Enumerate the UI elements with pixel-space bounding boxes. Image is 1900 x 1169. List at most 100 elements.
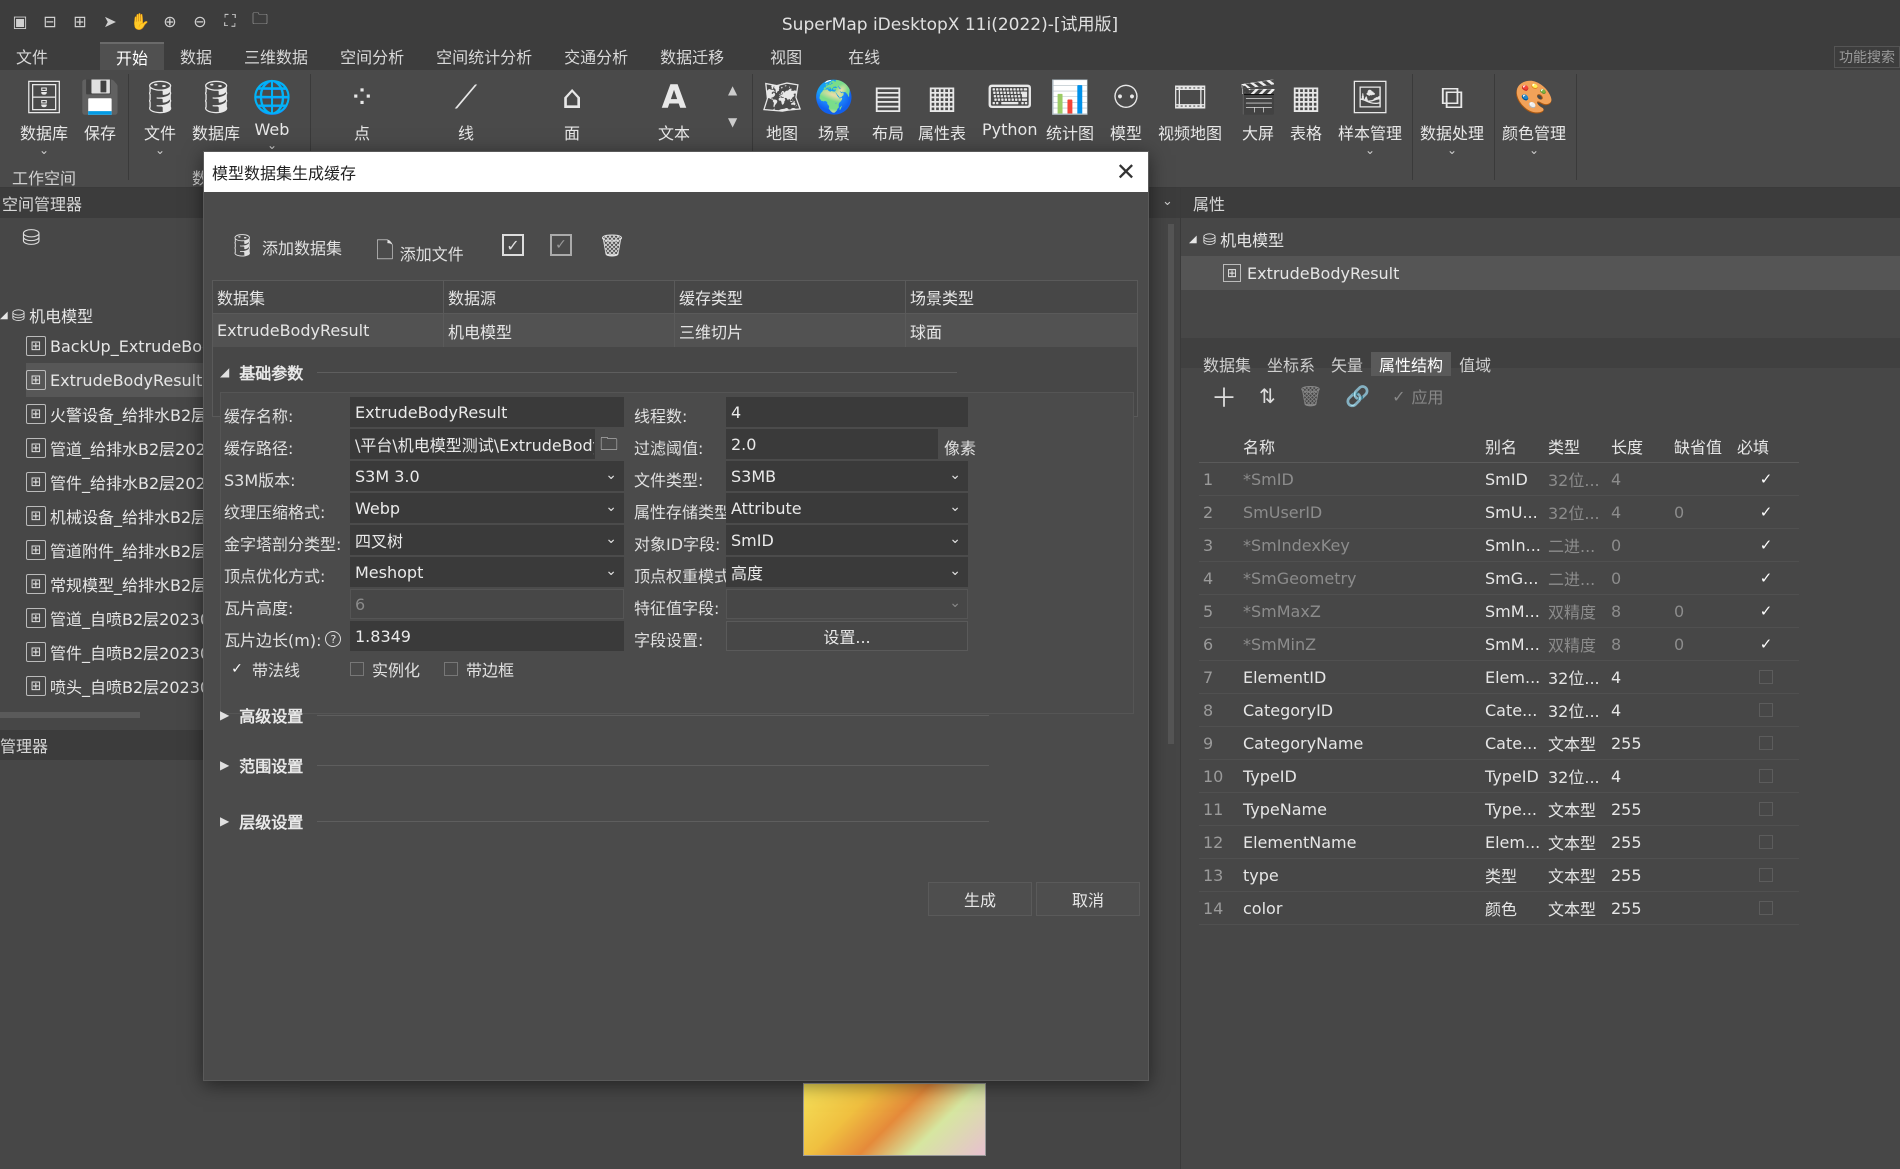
file-type-select[interactable]: S3MB ⌄: [726, 461, 968, 491]
table-row[interactable]: 6 *SmMinZ SmM... 双精度 8 0 ✓: [1199, 628, 1799, 661]
table-row[interactable]: 8 CategoryID Cate... 32位... 4: [1199, 694, 1799, 727]
menu-file[interactable]: 文件: [0, 42, 64, 70]
check-icon[interactable]: ✓: [1759, 569, 1773, 587]
s3m-version-select[interactable]: S3M 3.0 ⌄: [350, 461, 624, 491]
column-type[interactable]: 类型: [1544, 434, 1607, 458]
basic-params-section[interactable]: ◢ 基础参数: [220, 360, 958, 384]
help-icon[interactable]: ?: [325, 631, 342, 647]
menu-spatial-statistics[interactable]: 空间统计分析: [420, 42, 548, 70]
ribbon-database-button[interactable]: 🛢 数据库 ⌄: [192, 74, 240, 156]
tab-coordinate[interactable]: 坐标系: [1259, 352, 1323, 376]
vertex-opt-select[interactable]: Meshopt ⌄: [350, 557, 624, 587]
table-row[interactable]: ExtrudeBodyResult 机电模型 三维切片 球面: [213, 314, 1137, 347]
border-checkbox[interactable]: 带边框: [444, 657, 514, 681]
generate-button[interactable]: 生成: [928, 882, 1032, 916]
ribbon-save-button[interactable]: 💾 保存: [78, 74, 122, 144]
feature-field-select[interactable]: ⌄: [726, 589, 968, 619]
filter-threshold-input[interactable]: 2.0: [726, 429, 938, 459]
required-checkbox[interactable]: [1759, 670, 1773, 684]
instance-checkbox[interactable]: 实例化: [350, 657, 420, 681]
ribbon-layout-button[interactable]: ▤ 布局: [866, 74, 910, 144]
cancel-button[interactable]: 取消: [1036, 882, 1140, 916]
normal-checkbox[interactable]: ✓ 带法线: [230, 657, 300, 681]
table-row[interactable]: 14 color 颜色 文本型 255: [1199, 892, 1799, 925]
range-settings-section[interactable]: ▶ 范围设置: [220, 753, 990, 777]
ribbon-line-button[interactable]: ⟋ 线: [444, 74, 488, 144]
level-settings-section[interactable]: ▶ 层级设置: [220, 809, 990, 833]
add-dataset-button[interactable]: 🛢 添加数据集: [228, 234, 342, 259]
ribbon-chart-button[interactable]: 📊 统计图 ⌄: [1046, 74, 1094, 156]
horizontal-scrollbar[interactable]: [0, 712, 140, 718]
table-row[interactable]: 1 *SmID SmID 32位... 4 ✓: [1199, 463, 1799, 496]
tab-dataset[interactable]: 数据集: [1195, 352, 1259, 376]
invert-select-button[interactable]: ✓: [550, 234, 572, 256]
ribbon-color-manage-button[interactable]: 🎨 颜色管理 ⌄: [1502, 74, 1566, 156]
ribbon-point-button[interactable]: ⁘ 点: [340, 74, 384, 144]
header-dataset[interactable]: 数据集: [213, 280, 444, 314]
ribbon-attribute-table-button[interactable]: ▦ 属性表: [918, 74, 966, 144]
cell-cache-type[interactable]: 三维切片: [675, 314, 906, 347]
table-row[interactable]: 7 ElementID Elem... 32位... 4: [1199, 661, 1799, 694]
property-tree-root[interactable]: ◢ ⛁ 机电模型: [1189, 222, 1284, 256]
header-datasource[interactable]: 数据源: [444, 280, 675, 314]
cache-name-input[interactable]: ExtrudeBodyResult: [350, 397, 624, 427]
delete-button[interactable]: 🗑: [598, 234, 632, 259]
select-all-button[interactable]: ✓: [502, 234, 524, 256]
menu-3d-data[interactable]: 三维数据: [228, 42, 324, 70]
table-row[interactable]: 11 TypeName Type... 文本型 255: [1199, 793, 1799, 826]
ribbon-polygon-button[interactable]: ⌂ 面: [550, 74, 594, 144]
required-checkbox[interactable]: [1759, 802, 1773, 816]
ribbon-scene-button[interactable]: 🌍 场景 ⌄: [812, 74, 856, 156]
link-icon[interactable]: 🔗: [1345, 384, 1370, 408]
object-id-select[interactable]: SmID ⌄: [726, 525, 968, 555]
ribbon-map-button[interactable]: 🗺 地图 ⌄: [760, 74, 804, 156]
function-search-input[interactable]: 功能搜索: [1834, 46, 1900, 68]
pyramid-type-select[interactable]: 四叉树 ⌄: [350, 525, 624, 555]
required-checkbox[interactable]: [1759, 868, 1773, 882]
table-row[interactable]: 2 SmUserID SmU... 32位... 4 0 ✓: [1199, 496, 1799, 529]
vertical-scrollbar[interactable]: [1168, 224, 1174, 744]
menu-data-migration[interactable]: 数据迁移: [644, 42, 740, 70]
close-icon[interactable]: ✕: [1116, 158, 1136, 186]
table-row[interactable]: 3 *SmIndexKey SmIn... 二进... 0 ✓: [1199, 529, 1799, 562]
header-cache-type[interactable]: 缓存类型: [675, 280, 906, 314]
table-row[interactable]: 4 *SmGeometry SmG... 二进... 0 ✓: [1199, 562, 1799, 595]
datasource-tool-icon[interactable]: ⛁: [22, 226, 40, 251]
menu-data[interactable]: 数据: [164, 42, 228, 70]
column-alias[interactable]: 别名: [1481, 434, 1544, 458]
ribbon-file-button[interactable]: 🛢 文件 ⌄: [138, 74, 182, 156]
ribbon-sample-manage-button[interactable]: 🖼 样本管理 ⌄: [1338, 74, 1402, 156]
cache-path-input[interactable]: \平台\机电模型测试\ExtrudeBodyResult: [350, 429, 595, 459]
menu-traffic-analysis[interactable]: 交通分析: [548, 42, 644, 70]
ribbon-datasource-button[interactable]: 🗄 数据库 ⌄: [20, 74, 68, 156]
menu-view[interactable]: 视图: [754, 42, 818, 70]
required-checkbox[interactable]: [1759, 703, 1773, 717]
column-length[interactable]: 长度: [1607, 434, 1670, 458]
check-icon[interactable]: ✓: [1759, 602, 1773, 620]
table-row[interactable]: 10 TypeID TypeID 32位... 4: [1199, 760, 1799, 793]
tab-vector[interactable]: 矢量: [1323, 352, 1371, 376]
required-checkbox[interactable]: [1759, 901, 1773, 915]
menu-spatial-analysis[interactable]: 空间分析: [324, 42, 420, 70]
column-required[interactable]: 必填: [1733, 434, 1799, 458]
header-scene-type[interactable]: 场景类型: [906, 281, 1137, 314]
required-checkbox[interactable]: [1759, 769, 1773, 783]
add-file-button[interactable]: 🗋 添加文件: [376, 234, 464, 272]
tab-domain[interactable]: 值域: [1451, 352, 1499, 376]
ribbon-model-button[interactable]: ⚇ 模型 ⌄: [1104, 74, 1148, 156]
ribbon-video-map-button[interactable]: 🎞 视频地图: [1158, 74, 1222, 144]
required-checkbox[interactable]: [1759, 736, 1773, 750]
table-row[interactable]: 12 ElementName Elem... 文本型 255: [1199, 826, 1799, 859]
column-default[interactable]: 缺省值: [1670, 434, 1733, 458]
check-icon[interactable]: ✓: [1759, 536, 1773, 554]
tile-height-input[interactable]: 6: [350, 589, 624, 619]
table-row[interactable]: 9 CategoryName Cate... 文本型 255: [1199, 727, 1799, 760]
texture-format-select[interactable]: Webp ⌄: [350, 493, 624, 523]
property-tree-child[interactable]: ⊞ ExtrudeBodyResult: [1181, 256, 1900, 290]
attribute-store-select[interactable]: Attribute ⌄: [726, 493, 968, 523]
folder-browse-icon[interactable]: 🗀: [600, 432, 618, 462]
ribbon-text-button[interactable]: A 文本: [652, 74, 696, 144]
threads-input[interactable]: 4: [726, 397, 968, 427]
menu-start[interactable]: 开始: [100, 42, 165, 70]
ribbon-web-button[interactable]: 🌐 Web ⌄: [250, 74, 294, 151]
